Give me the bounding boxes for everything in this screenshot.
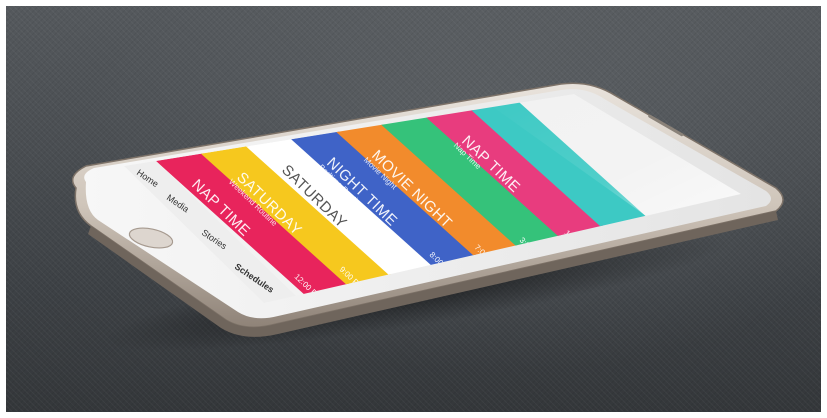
photo-scene: NAP TIME 12:00 PM SATURDAY Weekend Routine 9… xyxy=(6,6,821,412)
phone-illustration: NAP TIME12:00 PMSATURDAYWeekend Routine9… xyxy=(71,82,784,337)
